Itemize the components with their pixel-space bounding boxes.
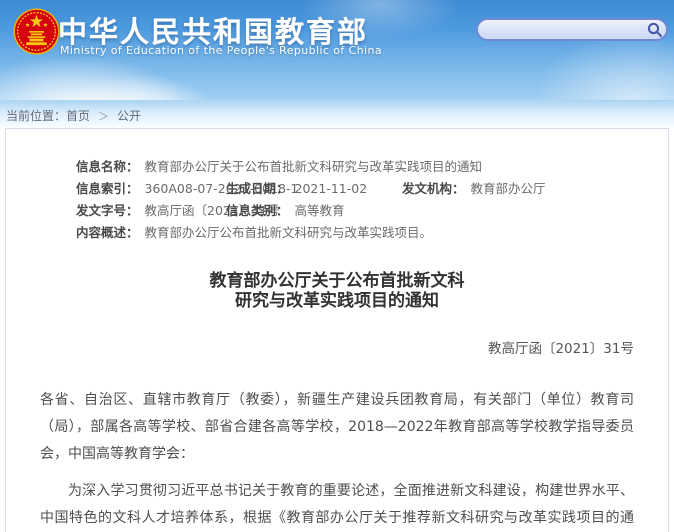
meta-value-date: 2021-11-02 bbox=[294, 181, 368, 196]
document-paragraph-recipients: 各省、自治区、直辖市教育厅（教委），新疆生产建设兵团教育局，有关部门（单位）教育… bbox=[40, 392, 634, 462]
document-number: 教高厅函〔2021〕31号 bbox=[487, 341, 634, 357]
meta-cell-category: 信息类别： 高等教育 bbox=[226, 200, 345, 222]
document-panel: 信息名称： 教育部办公厅关于公布首批新文科研究与改革实践项目的通知 信息索引： … bbox=[5, 128, 669, 532]
meta-value-agency: 教育部办公厅 bbox=[470, 181, 546, 196]
meta-label-name: 信息名称： bbox=[76, 159, 139, 174]
cloud-decoration bbox=[60, 75, 220, 100]
meta-row-index-date-agency: 信息索引： 360A08-07-2021-0018-1 生成日期： 2021-1… bbox=[76, 178, 634, 200]
meta-value-name: 教育部办公厅关于公布首批新文科研究与改革实践项目的通知 bbox=[144, 159, 483, 174]
breadcrumb: 当前位置：首页 ＞ 公开 bbox=[6, 107, 141, 124]
document-title: 教育部办公厅关于公布首批新文科 研究与改革实践项目的通知 bbox=[6, 271, 668, 311]
meta-row-docno-category: 发文字号： 教高厅函〔2021〕31号 信息类别： 高等教育 bbox=[76, 200, 634, 222]
document-meta-table: 信息名称： 教育部办公厅关于公布首批新文科研究与改革实践项目的通知 信息索引： … bbox=[6, 129, 668, 244]
breadcrumb-band: 当前位置：首页 ＞ 公开 bbox=[0, 100, 674, 128]
meta-label-category: 信息类别： bbox=[226, 203, 289, 218]
breadcrumb-link-home[interactable]: 首页 bbox=[66, 109, 90, 123]
breadcrumb-prefix: 当前位置： bbox=[6, 109, 67, 123]
meta-label-summary: 内容概述： bbox=[76, 225, 139, 240]
search-button[interactable] bbox=[647, 20, 669, 39]
meta-label-agency: 发文机构： bbox=[402, 181, 465, 196]
document-title-line2: 研究与改革实践项目的通知 bbox=[235, 291, 439, 311]
meta-row-name: 信息名称： 教育部办公厅关于公布首批新文科研究与改革实践项目的通知 bbox=[76, 156, 634, 178]
breadcrumb-separator: ＞ bbox=[98, 110, 110, 123]
meta-value-summary: 教育部办公厅公布首批新文科研究与改革实践项目。 bbox=[144, 225, 433, 240]
search-box[interactable] bbox=[476, 18, 668, 41]
meta-label-index: 信息索引： bbox=[76, 181, 139, 196]
document-body: 各省、自治区、直辖市教育厅（教委），新疆生产建设兵团教育局，有关部门（单位）教育… bbox=[6, 387, 668, 532]
meta-label-date: 生成日期： bbox=[226, 181, 289, 196]
site-subtitle: Ministry of Education of the People's Re… bbox=[60, 44, 382, 57]
site-header: 中华人民共和国教育部 Ministry of Education of the … bbox=[0, 0, 674, 100]
national-emblem-icon bbox=[13, 8, 60, 55]
meta-cell-agency: 发文机构： 教育部办公厅 bbox=[402, 178, 546, 200]
search-icon bbox=[647, 22, 662, 37]
breadcrumb-link-gongkai[interactable]: 公开 bbox=[117, 109, 141, 123]
search-input[interactable] bbox=[478, 21, 647, 38]
meta-cell-docno: 发文字号： 教高厅函〔2021〕31号 bbox=[76, 200, 280, 222]
meta-label-docno: 发文字号： bbox=[76, 203, 139, 218]
document-title-line1: 教育部办公厅关于公布首批新文科 bbox=[209, 271, 465, 291]
meta-cell-index: 信息索引： 360A08-07-2021-0018-1 bbox=[76, 178, 298, 200]
meta-cell-date: 生成日期： 2021-11-02 bbox=[226, 178, 402, 200]
cloud-decoration bbox=[0, 55, 190, 100]
document-paragraph-intro: 为深入学习贯彻习近平总书记关于教育的重要论述，全面推进新文科建设，构建世界水平、… bbox=[40, 483, 634, 526]
meta-row-summary: 内容概述： 教育部办公厅公布首批新文科研究与改革实践项目。 bbox=[76, 222, 634, 244]
meta-value-category: 高等教育 bbox=[294, 203, 345, 218]
